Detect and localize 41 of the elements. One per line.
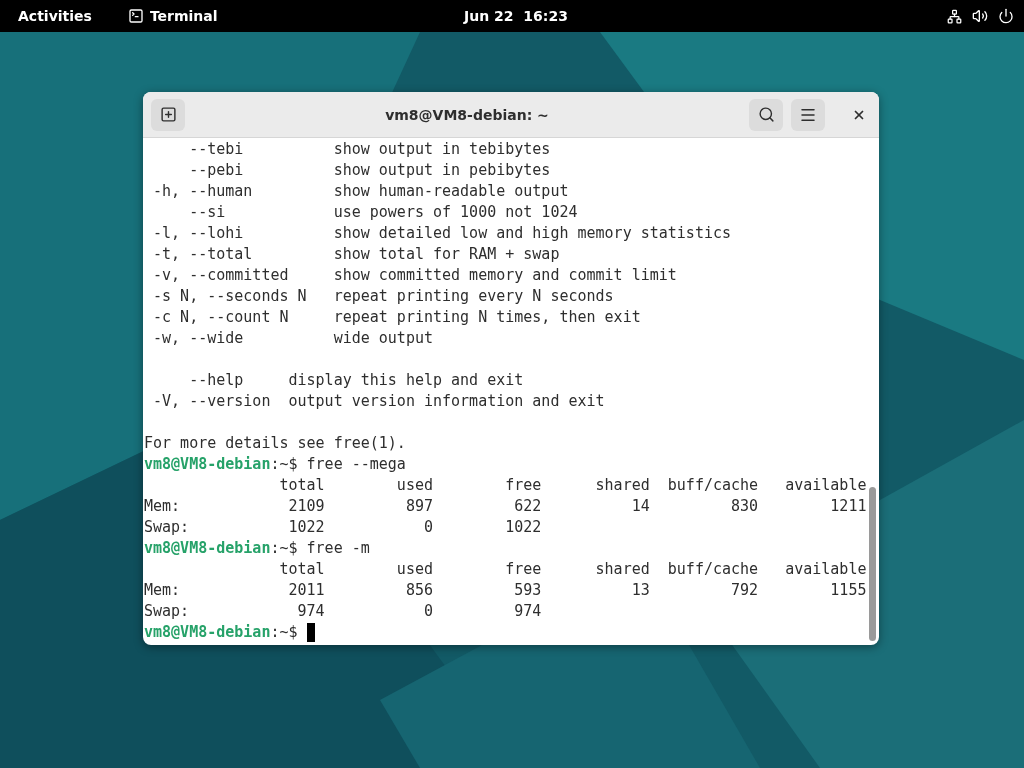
- terminal-output: -V, --version output version information and exit: [152, 392, 605, 410]
- activities-button[interactable]: Activities: [18, 8, 92, 24]
- terminal-output: -t, --total show total for RAM + swap: [152, 245, 560, 263]
- search-button[interactable]: [749, 98, 783, 131]
- network-icon[interactable]: [947, 8, 962, 24]
- new-tab-button[interactable]: [151, 98, 185, 131]
- terminal-output: --tebi show output in tebibytes: [188, 140, 551, 158]
- plus-icon: [159, 106, 177, 123]
- search-icon: [757, 106, 775, 123]
- terminal-output: -v, --committed show committed memory and commit limit: [152, 266, 677, 284]
- app-menu[interactable]: Terminal: [127, 8, 218, 24]
- window-title: vm8@VM8-debian: ~: [384, 106, 550, 123]
- terminal-output: Mem: 2109 897 622 14 830 1211: [144, 497, 867, 515]
- volume-icon[interactable]: [972, 8, 988, 24]
- command-text: free -m: [306, 538, 370, 559]
- terminal-output: -s N, --seconds N repeat printing every N seconds: [152, 287, 614, 305]
- scrollbar-thumb[interactable]: [869, 487, 876, 641]
- prompt-path: :~$: [270, 622, 299, 643]
- terminal-output: For more details see free(1).: [144, 434, 406, 452]
- prompt-path: :~$: [270, 538, 299, 559]
- terminal-output: -w, --wide wide output: [152, 329, 433, 347]
- terminal-output: -h, --human show human-readable output: [152, 182, 569, 200]
- terminal-icon: [127, 8, 144, 24]
- power-icon[interactable]: [998, 8, 1014, 24]
- prompt-user: vm8@VM8-debian: [144, 538, 271, 559]
- command-text: free --mega: [306, 454, 406, 475]
- terminal-output: Swap: 1022 0 1022: [144, 518, 542, 536]
- terminal-output: Mem: 2011 856 593 13 792 1155: [144, 581, 867, 599]
- prompt-path: :~$: [270, 454, 299, 475]
- terminal-output: Swap: 974 0 974: [144, 602, 542, 620]
- terminal-output: total used free shared buff/cache available: [278, 476, 867, 494]
- terminal-output: --pebi show output in pebibytes: [188, 161, 551, 179]
- prompt-user: vm8@VM8-debian: [144, 622, 271, 643]
- menu-button[interactable]: [791, 98, 825, 131]
- clock[interactable]: Jun 22 16:23: [464, 8, 568, 24]
- terminal-output: total used free shared buff/cache available: [278, 560, 867, 578]
- terminal-output: -c N, --count N repeat printing N times, then exit: [152, 308, 641, 326]
- prompt-user: vm8@VM8-debian: [144, 454, 271, 475]
- terminal-output: --help display this help and exit: [188, 371, 524, 389]
- terminal-output: --si use powers of 1000 not 1024: [188, 203, 578, 221]
- terminal-output: -l, --lohi show detailed low and high memory statistics: [152, 224, 731, 242]
